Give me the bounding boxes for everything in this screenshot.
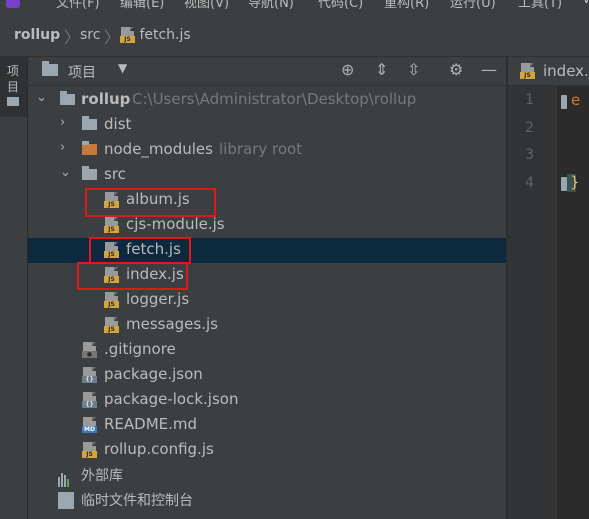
line-number: 2 (525, 120, 534, 136)
collapse-all-icon[interactable]: ⇳ (407, 60, 420, 79)
gear-icon[interactable]: ⚙ (449, 60, 463, 79)
breadcrumb: rollup 〉 src 〉 JS fetch.js (0, 14, 589, 57)
menu-navigate[interactable]: 导航(N) (248, 0, 294, 11)
tree-item-external-libraries[interactable]: 外部库 (28, 463, 506, 488)
js-file-icon: JS (104, 217, 119, 237)
folder-icon (60, 91, 75, 105)
js-file-icon: JS (520, 63, 535, 79)
chevron-down-icon[interactable]: ▼ (118, 61, 127, 75)
tree-item-label: .gitignore (104, 340, 176, 358)
breadcrumb-file[interactable]: JS fetch.js (120, 27, 191, 43)
tree-item-label: package.json (104, 365, 203, 383)
tree-item-node-modules[interactable]: › node_modules library root (28, 138, 506, 163)
js-file-icon: JS (104, 317, 119, 337)
menu-view[interactable]: 视图(V) (184, 0, 229, 11)
markdown-file-icon: MD (82, 417, 97, 437)
tree-item-root[interactable]: ⌄ rollup C:\Users\Administrator\Desktop\… (28, 88, 506, 113)
folder-icon (82, 141, 97, 155)
line-number: 4 (525, 175, 534, 191)
tab-project[interactable]: 项目 (0, 57, 27, 117)
tree-item-label: src (104, 165, 126, 183)
tab-project-label: 项目 (7, 64, 20, 94)
tree-item-scratches[interactable]: 临时文件和控制台 (28, 488, 506, 513)
line-number: 3 (525, 147, 534, 163)
folder-icon (82, 166, 97, 180)
breadcrumb-separator-icon: 〉 (104, 28, 121, 47)
tree-item-label: messages.js (126, 315, 218, 333)
menu-edit[interactable]: 编辑(E) (120, 0, 164, 11)
tree-item-label: rollup.config.js (104, 440, 214, 458)
tool-window-strip: 项目 (0, 57, 28, 519)
breadcrumb-folder[interactable]: src (80, 27, 100, 43)
editor-tab-label: index.js (543, 62, 589, 80)
json-file-icon: {} (82, 367, 97, 387)
menu-bar: 文件(F) 编辑(E) 视图(V) 导航(N) 代码(C) 重构(R) 运行(U… (0, 0, 589, 14)
chevron-down-icon[interactable]: ⌄ (36, 90, 47, 105)
chevron-right-icon[interactable]: › (60, 115, 65, 130)
project-panel-header: 项目 ▼ ⊕ ⇕ ⇳ ⚙ — (28, 57, 506, 86)
chevron-down-icon[interactable]: ⌄ (60, 165, 71, 180)
breadcrumb-separator-icon: 〉 (64, 28, 81, 47)
js-file-icon: JS (82, 442, 97, 462)
line-number: 1 (525, 92, 534, 108)
json-file-icon: {} (82, 392, 97, 412)
tree-item-hint: library root (219, 140, 303, 158)
crosshair-icon[interactable]: ⊕ (341, 60, 354, 79)
breadcrumb-file-label: fetch.js (139, 27, 191, 43)
project-panel: 项目 ▼ ⊕ ⇕ ⇳ ⚙ — ⌄ rollup C:\Users\Adminis… (28, 57, 506, 519)
gitignore-file-icon: ● (82, 342, 97, 362)
menu-refactor[interactable]: 重构(R) (384, 0, 429, 11)
menu-tools[interactable]: 工具(T) (518, 0, 562, 11)
highlight-box-fetch (89, 237, 191, 264)
fold-marker-icon[interactable] (561, 177, 567, 191)
editor-pane: JS index.js 1 2 3 4 e } (507, 57, 589, 519)
tree-item-label: README.md (104, 415, 198, 433)
folder-icon (42, 61, 58, 76)
tree-item-label: 外部库 (81, 468, 123, 484)
tree-item-label: node_modules (104, 140, 213, 158)
tree-item-src[interactable]: ⌄ src (28, 163, 506, 188)
breadcrumb-root[interactable]: rollup (14, 27, 60, 43)
library-icon (58, 469, 75, 487)
editor-tab[interactable]: JS index.js (508, 57, 589, 86)
highlight-box-index (77, 262, 188, 290)
expand-all-icon[interactable]: ⇕ (375, 60, 388, 79)
tree-item-label: rollup (81, 90, 131, 108)
tree-item-label: package-lock.json (104, 390, 239, 408)
menu-run[interactable]: 运行(U) (450, 0, 496, 11)
tree-item-messages[interactable]: JS messages.js (28, 313, 506, 338)
tree-item-label: 临时文件和控制台 (81, 493, 193, 509)
tree-item-label: logger.js (126, 290, 190, 308)
fold-marker-icon[interactable] (561, 95, 567, 109)
tree-item-label: dist (104, 115, 132, 133)
tree-item-label: cjs-module.js (126, 215, 225, 233)
chevron-right-icon[interactable]: › (60, 140, 65, 155)
tree-item-readme[interactable]: MD README.md (28, 413, 506, 438)
code-line-4[interactable]: } (570, 173, 580, 191)
js-file-icon: JS (120, 27, 135, 43)
tree-item-dist[interactable]: › dist (28, 113, 506, 138)
line-number-gutter: 1 2 3 4 (508, 86, 557, 519)
code-line-1[interactable]: e (571, 91, 580, 109)
tree-item-package-lock[interactable]: {} package-lock.json (28, 388, 506, 413)
highlight-box-album (85, 188, 216, 217)
menu-vcs[interactable]: V (582, 0, 589, 7)
tree-item-logger[interactable]: JS logger.js (28, 288, 506, 313)
menu-file[interactable]: 文件(F) (56, 0, 100, 11)
tree-item-package-json[interactable]: {} package.json (28, 363, 506, 388)
js-file-icon: JS (104, 292, 119, 312)
folder-icon (82, 116, 97, 130)
tree-item-rollup-config[interactable]: JS rollup.config.js (28, 438, 506, 463)
tree-item-path: C:\Users\Administrator\Desktop\rollup (132, 90, 417, 108)
menu-code[interactable]: 代码(C) (318, 0, 363, 11)
folder-icon (7, 97, 19, 106)
project-panel-title[interactable]: 项目 (68, 62, 96, 82)
app-logo-icon (6, 0, 20, 8)
minus-icon[interactable]: — (481, 60, 497, 79)
tree-item-gitignore[interactable]: ● .gitignore (28, 338, 506, 363)
scratch-console-icon (58, 492, 74, 509)
